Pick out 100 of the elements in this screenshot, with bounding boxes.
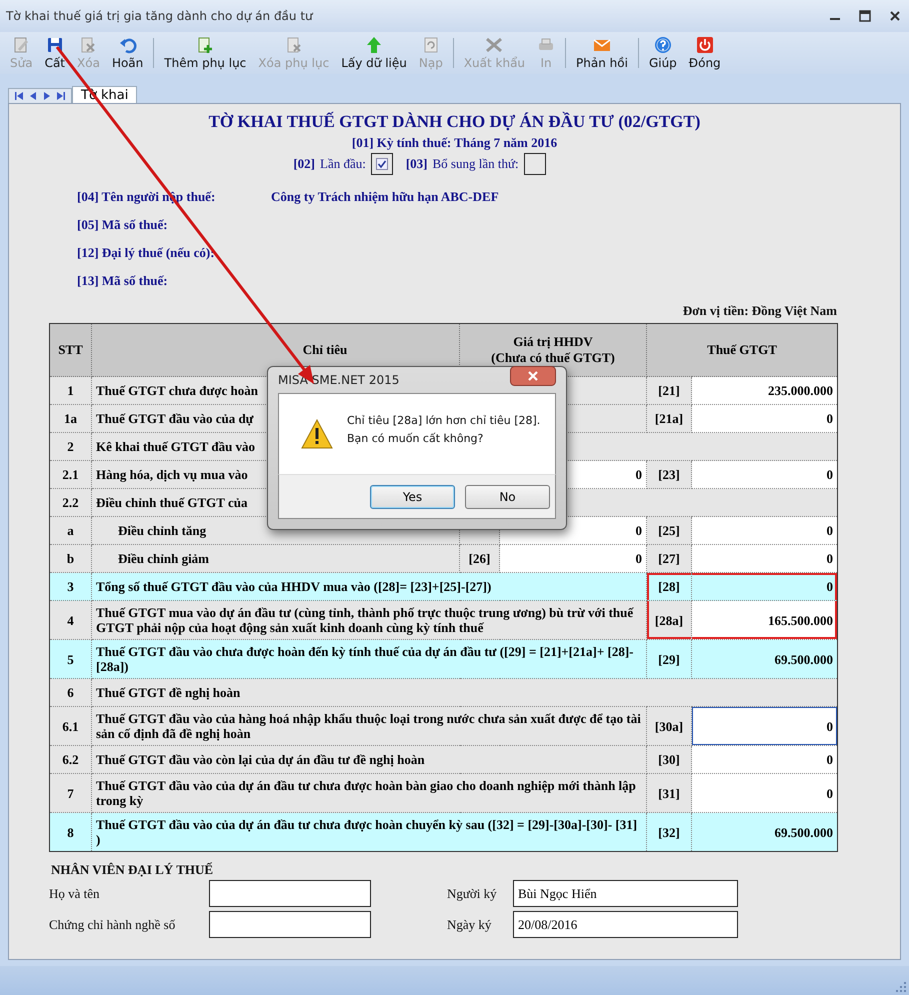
row-number: 5 <box>50 640 92 678</box>
indicator-code: [26] <box>460 544 500 572</box>
no-button[interactable]: No <box>465 484 550 508</box>
tax-period: [01] Kỳ tính thuế: Tháng 7 năm 2016 <box>350 135 558 151</box>
input-field[interactable]: Bùi Ngọc Hiển <box>513 880 738 907</box>
row-number: 2.2 <box>50 488 92 516</box>
toolbar-button[interactable]: Giúp <box>642 36 683 70</box>
value-cell[interactable]: 0 <box>692 404 838 432</box>
row-number: a <box>50 516 92 544</box>
maximize-icon[interactable] <box>859 10 871 22</box>
x-icon <box>485 36 504 54</box>
value-cell[interactable]: 69.500.000 <box>692 812 838 852</box>
indicator-code: [23] <box>646 460 692 488</box>
info-label: [12] Đại lý thuế (nếu có): <box>77 245 216 261</box>
indicator-code: [32] <box>646 812 692 852</box>
row-number: 3 <box>50 572 92 600</box>
row-number: 2 <box>50 432 92 460</box>
input-field[interactable] <box>209 911 371 938</box>
supplement-label: Bổ sung lần thứ: <box>432 156 519 172</box>
row-number: 4 <box>50 600 92 640</box>
form-title: TỜ KHAI THUẾ GTGT DÀNH CHO DỰ ÁN ĐẦU TƯ (02/GTGT) <box>208 112 702 132</box>
check-icon <box>376 158 388 170</box>
delete-page-icon <box>284 36 303 54</box>
section-heading: NHÂN VIÊN ĐẠI LÝ THUẾ <box>51 862 214 878</box>
value-cell[interactable]: 165.500.000 <box>692 600 838 640</box>
toolbar-button[interactable]: Thêm phụ lục <box>158 36 252 70</box>
indicator-code: [28a] <box>646 600 692 640</box>
currency-unit: Đơn vị tiền: Đồng Việt Nam <box>682 303 837 318</box>
indicator-code: [25] <box>646 516 692 544</box>
up-arrow-icon <box>365 36 384 54</box>
first-page-icon[interactable] <box>13 91 25 101</box>
input-field[interactable]: 20/08/2016 <box>513 911 738 938</box>
indicator-code: [27] <box>646 544 692 572</box>
toolbar-button[interactable]: Lấy dữ liệu <box>335 36 413 70</box>
save-icon <box>46 36 64 54</box>
column-header: Thuế GTGT <box>646 324 838 376</box>
close-icon[interactable] <box>889 10 901 22</box>
pencil-icon <box>12 36 30 54</box>
row-number: 1 <box>50 376 92 404</box>
window-title: Tờ khai thuế giá trị gia tăng dành cho dự án đầu tư <box>6 9 313 23</box>
field-code: [03] <box>406 156 428 172</box>
column-header: STT <box>50 324 92 376</box>
row-number: 7 <box>50 774 92 812</box>
value-cell[interactable]: 0 <box>692 774 838 812</box>
row-label: Thuế GTGT mua vào dự án đầu tư (cùng tỉnh, thành phố trực thuộc trung ương) bù trừ với thuế GTGT phải nộp của hoạt động sản xuất kinh doanh cùng kỳ tính thuế <box>92 600 647 640</box>
indicator-code: [29] <box>646 640 692 678</box>
row-number: 8 <box>50 812 92 852</box>
info-label: [13] Mã số thuế: <box>77 273 169 289</box>
toolbar-button[interactable]: Hoãn <box>106 36 150 70</box>
yes-button[interactable]: Yes <box>370 484 455 508</box>
info-value: Công ty Trách nhiệm hữu hạn ABC-DEF <box>271 189 499 205</box>
row-label: Thuế GTGT đề nghị hoàn <box>92 678 838 706</box>
delete-icon <box>79 36 98 54</box>
row-number: 2.1 <box>50 460 92 488</box>
warning-icon <box>301 419 333 449</box>
supplement-field[interactable] <box>524 153 546 175</box>
value-cell[interactable]: 0 <box>692 460 838 488</box>
indicator-code: [28] <box>646 572 692 600</box>
value-cell[interactable]: 69.500.000 <box>692 640 838 678</box>
dialog-message: Bạn có muốn cất không? <box>347 431 484 447</box>
row-number: 6.2 <box>50 746 92 774</box>
field-label: Chứng chỉ hành nghề số <box>49 916 176 932</box>
toolbar-button[interactable]: Cất <box>38 36 72 70</box>
indicator-code: [21a] <box>646 404 692 432</box>
add-page-icon <box>196 36 214 54</box>
power-icon <box>696 36 714 54</box>
value-cell[interactable]: 0 <box>692 746 838 774</box>
value-cell[interactable]: 235.000.000 <box>692 376 838 404</box>
indicator-code: [30] <box>646 746 692 774</box>
row-label: Thuế GTGT đầu vào chưa được hoàn đến kỳ tính thuế của dự án đầu tư ([29] = [21]+[21a]+ [28]-[28a]) <box>92 640 647 678</box>
row-label: Tổng số thuế GTGT đầu vào của HHDV mua vào ([28]= [23]+[25]-[27]) <box>92 572 647 600</box>
indicator-code: [31] <box>646 774 692 812</box>
close-icon[interactable] <box>510 366 556 386</box>
field-label: Họ và tên <box>49 886 101 902</box>
value-cell[interactable]: 0 <box>692 516 838 544</box>
toolbar-button[interactable]: Đóng <box>682 36 727 70</box>
resize-grip-icon[interactable] <box>896 982 906 992</box>
toolbar-button[interactable]: Phản hồi <box>570 36 634 70</box>
last-page-icon[interactable] <box>55 91 67 101</box>
value-cell[interactable]: 0 <box>692 572 838 600</box>
first-time-label: Lần đầu: <box>320 156 366 172</box>
field-label: Ngày ký <box>447 916 492 932</box>
indicator-code: [21] <box>646 376 692 404</box>
field-label: Người ký <box>447 886 498 902</box>
value-cell[interactable]: 0 <box>692 544 838 572</box>
input-field[interactable] <box>209 880 371 907</box>
field-code: [02] <box>293 156 315 172</box>
first-time-checkbox[interactable] <box>370 153 393 175</box>
row-label: Điều chỉnh giảm <box>92 544 460 572</box>
row-number: b <box>50 544 92 572</box>
row-label: Thuế GTGT đầu vào của dự án đầu tư chưa được hoàn bàn giao cho doanh nghiệp mới thành lập trong kỳ <box>92 774 647 812</box>
row-number: 6 <box>50 678 92 706</box>
value-cell[interactable]: 0 <box>692 706 838 746</box>
row-label: Thuế GTGT đầu vào của dự án đầu tư chưa được hoàn chuyển kỳ sau ([32] = [29]-[30a]-[30]- [31] ) <box>92 812 647 852</box>
help-icon <box>654 36 672 54</box>
value-cell[interactable]: 0 <box>500 544 647 572</box>
dialog-message: Chỉ tiêu [28a] lớn hơn chỉ tiêu [28]. <box>347 413 540 429</box>
row-label: Thuế GTGT đầu vào của hàng hoá nhập khẩu thuộc loại trong nước chưa sản xuất được để tạo tài sản cố định đã đề nghị hoàn <box>92 706 647 746</box>
row-number: 6.1 <box>50 706 92 746</box>
reload-icon <box>422 36 440 54</box>
